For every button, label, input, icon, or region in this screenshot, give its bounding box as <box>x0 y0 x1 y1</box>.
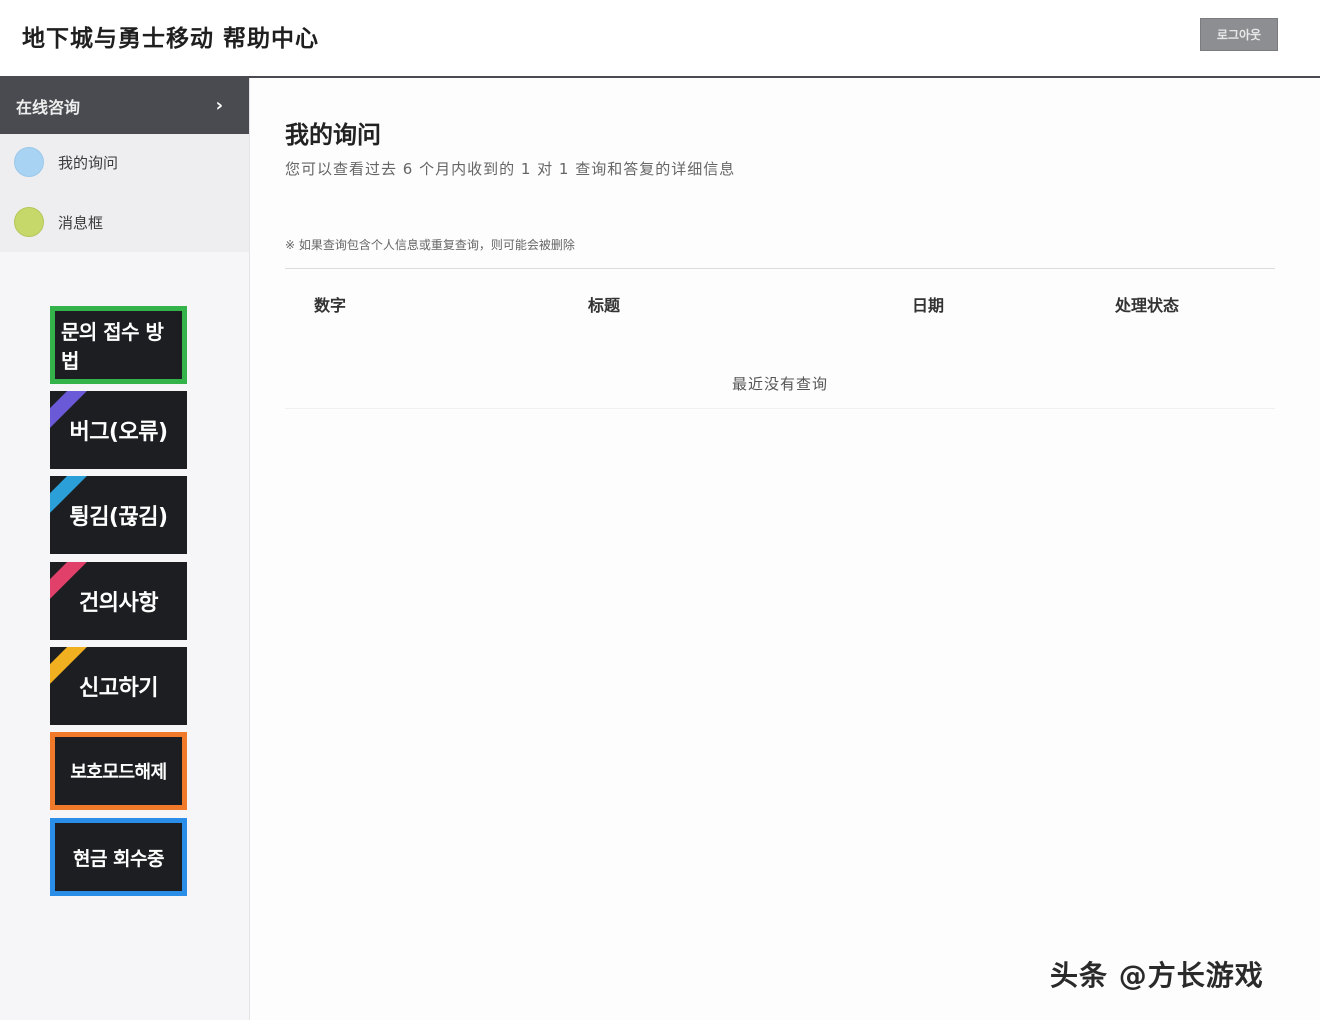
logout-button[interactable]: 로그아웃 <box>1200 18 1278 51</box>
column-header-title: 标题 <box>588 296 621 315</box>
blue-dot-icon <box>14 147 44 177</box>
banner-label: 보호모드해제 <box>61 742 176 800</box>
sidebar-menu: 我的询问 消息框 <box>0 134 249 252</box>
banner-protect-mode-release[interactable]: 보호모드해제 <box>50 732 187 810</box>
banner-label: 튕김(끊김) <box>69 505 168 530</box>
chevron-right-icon: › <box>215 95 223 116</box>
sidebar-item-label: 我的询问 <box>58 153 119 172</box>
sidebar-item-my-inquiries[interactable]: 我的询问 <box>0 134 249 190</box>
page-title: 我的询问 <box>285 121 381 149</box>
sidebar: 在线咨询 › 我的询问 消息框 문의 접수 방법 버그(오류) 튕김(끊김) 건… <box>0 78 250 1020</box>
column-header-date: 日期 <box>912 296 945 315</box>
banner-label: 현금 회수중 <box>61 828 176 886</box>
site-title: 地下城与勇士移动 帮助中心 <box>22 26 320 52</box>
sidebar-section-label: 在线咨询 <box>16 98 81 117</box>
sidebar-item-label: 消息框 <box>58 213 104 232</box>
privacy-notice: ※ 如果查询包含个人信息或重复查询，则可能会被删除 <box>285 238 575 252</box>
empty-table-message: 最近没有查询 <box>285 358 1275 409</box>
banner-disconnect[interactable]: 튕김(끊김) <box>50 476 187 554</box>
column-header-number: 数字 <box>314 296 347 315</box>
main-content: 我的询问 您可以查看过去 6 个月内收到的 1 对 1 查询和答复的详细信息 ※… <box>250 78 1320 1020</box>
banner-bug[interactable]: 버그(오류) <box>50 391 187 469</box>
banner-label: 문의 접수 방법 <box>61 316 176 374</box>
divider <box>285 268 1275 269</box>
banner-cash-recovery[interactable]: 현금 회수중 <box>50 818 187 896</box>
banner-report[interactable]: 신고하기 <box>50 647 187 725</box>
watermark: 头条 @方长游戏 <box>1050 959 1264 992</box>
banner-suggestion[interactable]: 건의사항 <box>50 562 187 640</box>
sidebar-item-message-box[interactable]: 消息框 <box>0 194 249 250</box>
column-header-status: 处理状态 <box>1115 296 1180 315</box>
banner-label: 신고하기 <box>79 676 158 701</box>
header: 地下城与勇士移动 帮助中心 로그아웃 <box>0 0 1320 78</box>
banner-inquiry-method[interactable]: 문의 접수 방법 <box>50 306 187 384</box>
sidebar-section-online-consult[interactable]: 在线咨询 › <box>0 78 249 134</box>
banner-label: 버그(오류) <box>69 420 168 445</box>
page-description: 您可以查看过去 6 个月内收到的 1 对 1 查询和答复的详细信息 <box>285 160 736 178</box>
green-dot-icon <box>14 207 44 237</box>
banner-label: 건의사항 <box>79 591 158 616</box>
